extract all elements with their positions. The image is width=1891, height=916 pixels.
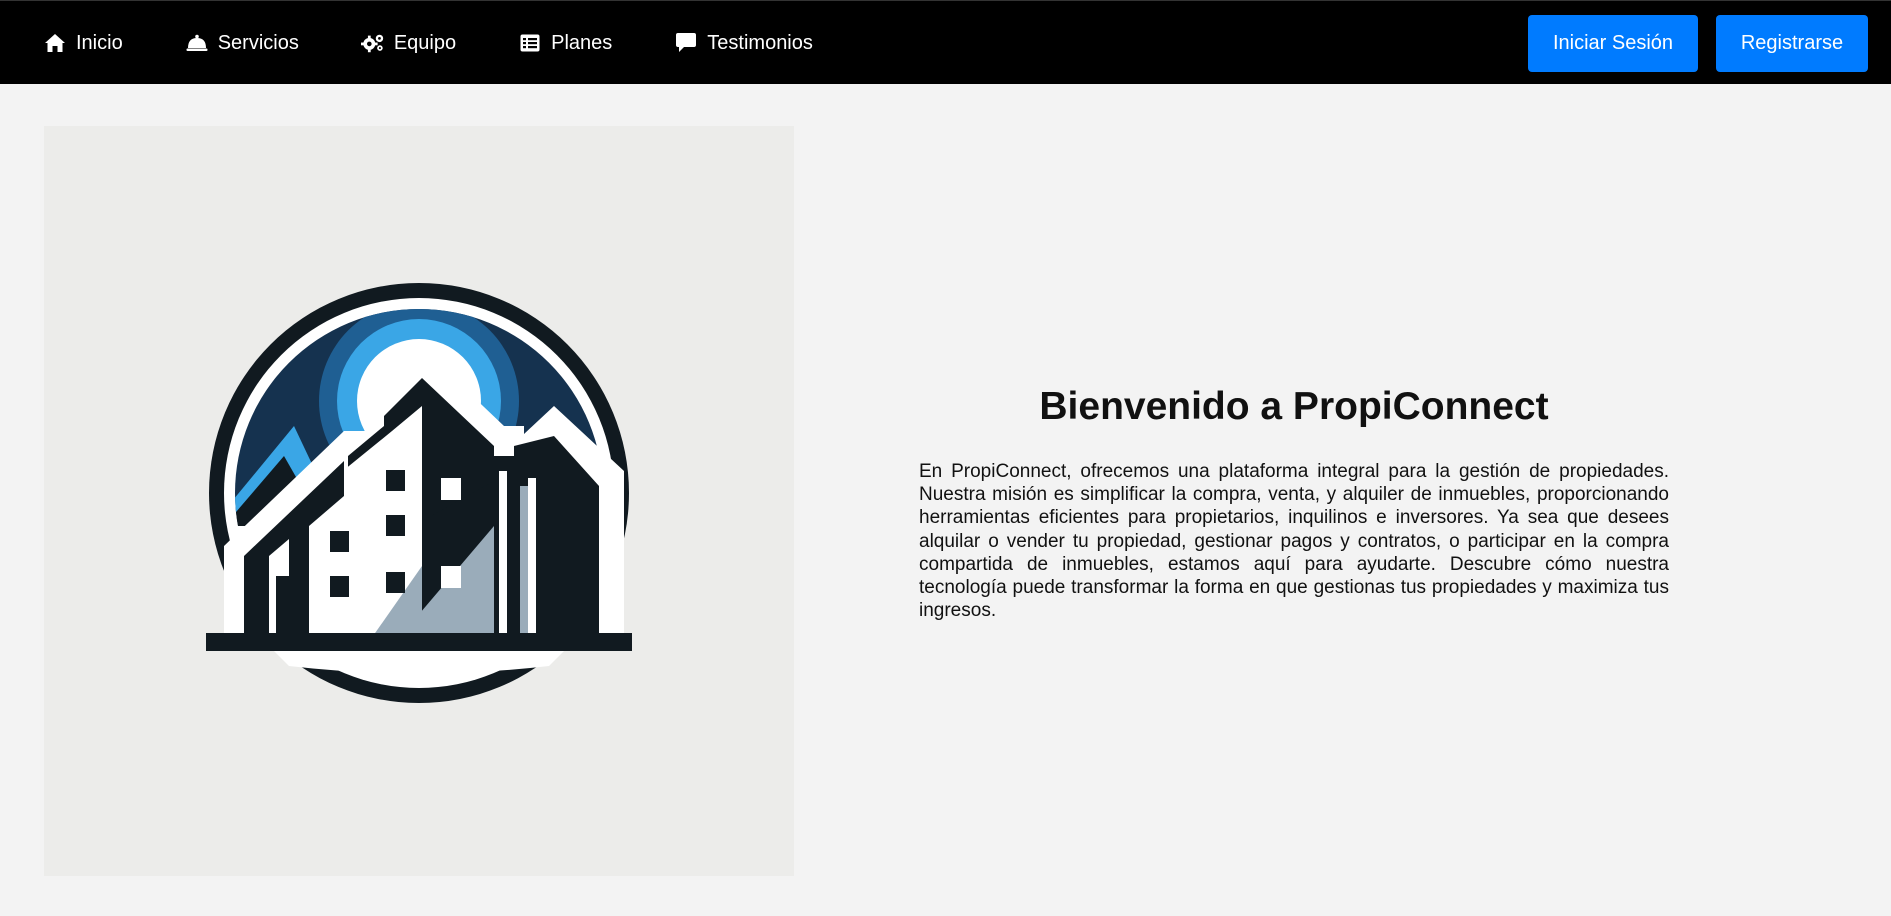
nav-link-servicios[interactable]: Servicios [185,32,299,55]
home-icon [43,32,67,54]
nav-link-equipo[interactable]: Equipo [360,31,457,55]
nav-links: Inicio Servicios Equipo Planes Testimoni… [43,1,875,85]
hero-title: Bienvenido a PropiConnect [1039,385,1549,428]
hero-logo-image [44,126,794,876]
bell-icon [185,32,209,54]
nav-link-planes[interactable]: Planes [518,32,612,55]
navbar: Inicio Servicios Equipo Planes Testimoni… [0,0,1891,84]
nav-link-label: Servicios [217,31,299,54]
hero-text: Bienvenido a PropiConnect En PropiConnec… [919,378,1669,622]
nav-link-label: Planes [551,31,613,54]
nav-link-label: Testimonios [707,31,813,54]
nav-link-label: Inicio [76,31,123,54]
nav-link-inicio[interactable]: Inicio [43,32,123,55]
list-icon [518,32,542,54]
comment-icon [674,32,698,54]
nav-link-label: Equipo [393,31,457,54]
login-button[interactable]: Iniciar Sesión [1528,15,1698,72]
register-button[interactable]: Registrarse [1716,15,1868,72]
building-logo-icon [206,283,632,703]
gears-icon [360,32,385,54]
nav-link-testimonios[interactable]: Testimonios [674,32,813,55]
hero-description: En PropiConnect, ofrecemos una plataform… [919,461,1669,622]
